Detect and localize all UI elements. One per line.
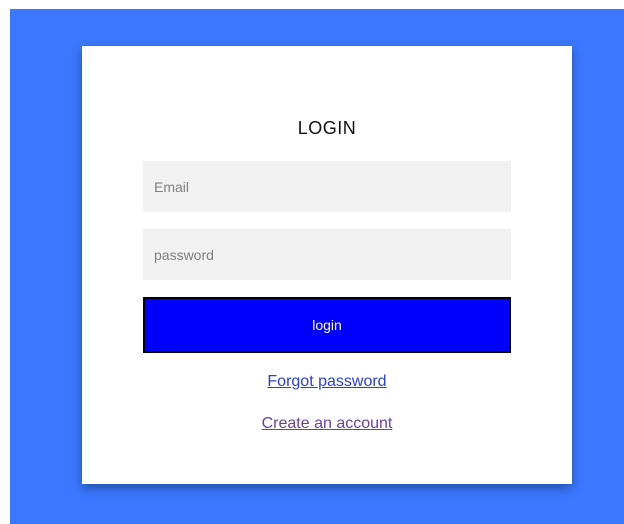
create-account-link[interactable]: Create an account bbox=[82, 415, 572, 433]
login-card: LOGIN login Forgot password Create an ac… bbox=[82, 46, 572, 484]
forgot-password-link[interactable]: Forgot password bbox=[82, 373, 572, 391]
login-button[interactable]: login bbox=[143, 297, 511, 353]
email-field[interactable] bbox=[143, 161, 511, 212]
login-title: LOGIN bbox=[297, 118, 357, 138]
password-field[interactable] bbox=[143, 229, 511, 280]
